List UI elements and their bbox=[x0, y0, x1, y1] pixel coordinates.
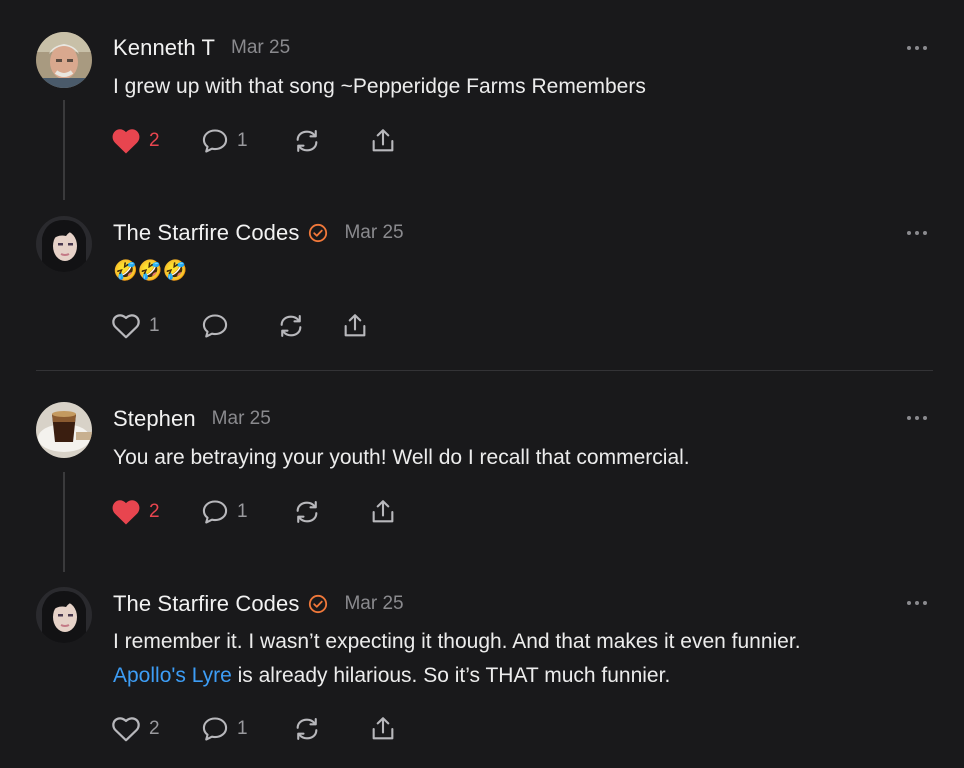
share-button[interactable] bbox=[369, 127, 397, 155]
more-options-button[interactable] bbox=[906, 599, 928, 607]
comment-date[interactable]: Mar 25 bbox=[231, 37, 290, 59]
verified-badge-icon bbox=[308, 223, 328, 243]
restack-button[interactable] bbox=[293, 715, 369, 743]
like-count: 2 bbox=[149, 130, 160, 151]
restack-icon bbox=[296, 130, 318, 152]
thread-divider bbox=[36, 370, 933, 371]
comment-actions: 2 1 bbox=[111, 497, 397, 527]
thread-line bbox=[63, 100, 65, 200]
author-name[interactable]: Stephen bbox=[113, 406, 196, 432]
share-button[interactable] bbox=[369, 498, 397, 526]
restack-button[interactable] bbox=[277, 312, 341, 340]
restack-button[interactable] bbox=[293, 127, 369, 155]
avatar[interactable] bbox=[36, 587, 92, 643]
share-icon bbox=[372, 717, 394, 740]
more-icon bbox=[907, 231, 927, 235]
restack-button[interactable] bbox=[293, 498, 369, 526]
reply-count: 1 bbox=[237, 501, 248, 522]
reply-count: 1 bbox=[237, 130, 248, 151]
more-options-button[interactable] bbox=[906, 414, 928, 422]
avatar[interactable] bbox=[36, 216, 92, 272]
more-options-button[interactable] bbox=[906, 44, 928, 52]
comment-body: I remember it. I wasn’t expecting it tho… bbox=[113, 625, 933, 693]
comment-body: 🤣🤣🤣 bbox=[113, 260, 188, 282]
comment-date[interactable]: Mar 25 bbox=[344, 593, 403, 615]
like-button[interactable]: 2 bbox=[111, 498, 201, 526]
comment-text-rest: is already hilarious. So it’s THAT much … bbox=[231, 664, 671, 687]
reply-button[interactable]: 1 bbox=[201, 498, 293, 526]
more-icon bbox=[907, 416, 927, 420]
comment-header: Kenneth T Mar 25 bbox=[113, 34, 290, 62]
comment-text-line: Apollo's Lyre is already hilarious. So i… bbox=[113, 659, 933, 693]
comment-actions: 2 1 bbox=[111, 126, 397, 156]
reply-count: 1 bbox=[237, 718, 248, 739]
comment-header: The Starfire Codes Mar 25 bbox=[113, 219, 404, 247]
like-count: 2 bbox=[149, 501, 160, 522]
author-name[interactable]: The Starfire Codes bbox=[113, 220, 299, 246]
comment-body: I grew up with that song ~Pepperidge Far… bbox=[113, 75, 646, 98]
comment-date[interactable]: Mar 25 bbox=[344, 222, 403, 244]
verified-badge-icon bbox=[308, 594, 328, 614]
comment-actions: 1 bbox=[111, 311, 369, 341]
comment-text-line: I remember it. I wasn’t expecting it tho… bbox=[113, 630, 801, 653]
comment-body: You are betraying your youth! Well do I … bbox=[113, 446, 690, 469]
avatar[interactable] bbox=[36, 402, 92, 458]
comment-icon bbox=[202, 717, 228, 741]
heart-icon bbox=[112, 314, 140, 339]
restack-icon bbox=[296, 718, 318, 740]
share-button[interactable] bbox=[341, 312, 369, 340]
comment-icon bbox=[202, 314, 228, 338]
like-count: 2 bbox=[149, 718, 160, 739]
share-icon bbox=[372, 500, 394, 523]
comment-date[interactable]: Mar 25 bbox=[212, 408, 271, 430]
comment-icon bbox=[202, 129, 228, 153]
more-icon bbox=[907, 601, 927, 605]
comment-thread: Kenneth T Mar 25 I grew up with that son… bbox=[0, 0, 964, 768]
heart-icon bbox=[112, 717, 140, 742]
more-options-button[interactable] bbox=[906, 229, 928, 237]
heart-icon bbox=[112, 129, 140, 154]
comment-header: The Starfire Codes Mar 25 bbox=[113, 590, 404, 618]
share-icon bbox=[372, 129, 394, 152]
like-button[interactable]: 2 bbox=[111, 127, 201, 155]
avatar[interactable] bbox=[36, 32, 92, 88]
like-button[interactable]: 1 bbox=[111, 312, 201, 340]
author-name[interactable]: Kenneth T bbox=[113, 35, 215, 61]
comment-header: Stephen Mar 25 bbox=[113, 405, 271, 433]
mention-link[interactable]: Apollo's Lyre bbox=[113, 664, 232, 687]
restack-icon bbox=[280, 315, 302, 337]
reply-button[interactable]: 1 bbox=[201, 715, 293, 743]
comment-icon bbox=[202, 500, 228, 524]
heart-icon bbox=[112, 500, 140, 525]
thread-line bbox=[63, 472, 65, 572]
comment-actions: 2 1 bbox=[111, 714, 397, 744]
reply-button[interactable]: 1 bbox=[201, 127, 293, 155]
author-name[interactable]: The Starfire Codes bbox=[113, 591, 299, 617]
reply-button[interactable] bbox=[201, 312, 277, 340]
more-icon bbox=[907, 46, 927, 50]
share-icon bbox=[344, 314, 366, 337]
restack-icon bbox=[296, 501, 318, 523]
like-button[interactable]: 2 bbox=[111, 715, 201, 743]
like-count: 1 bbox=[149, 315, 160, 336]
share-button[interactable] bbox=[369, 715, 397, 743]
